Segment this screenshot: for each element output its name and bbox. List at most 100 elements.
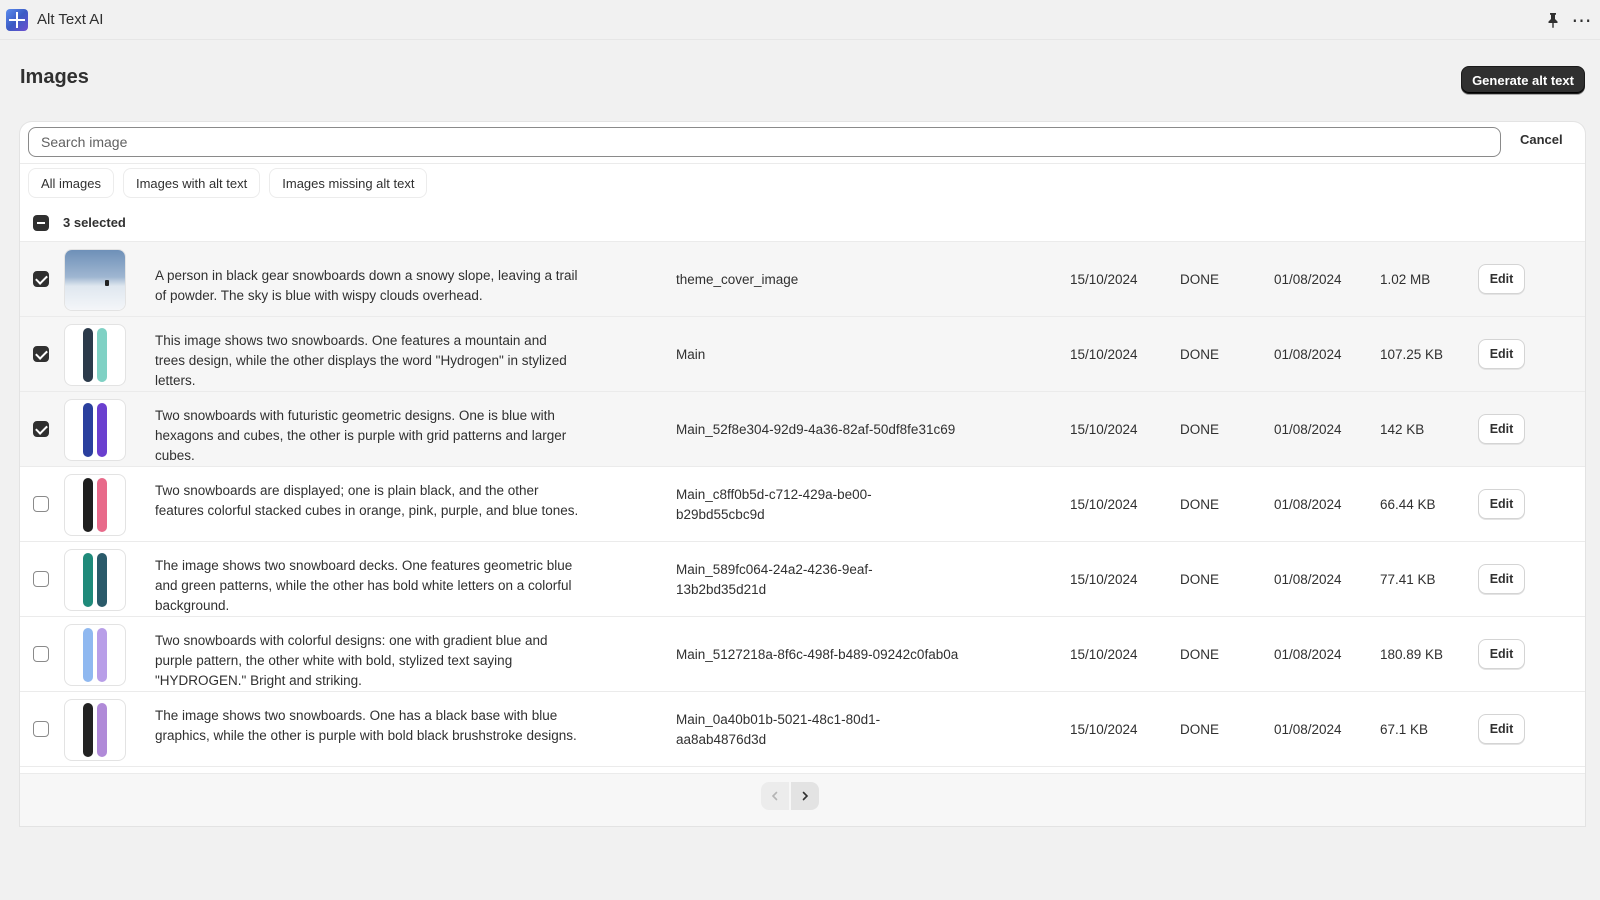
page-title: Images: [20, 66, 89, 88]
alt-text-description: A person in black gear snowboards down a…: [155, 268, 578, 303]
status-label: DONE: [1180, 647, 1220, 662]
row-checkbox[interactable]: [33, 271, 49, 287]
file-size: 107.25 KB: [1380, 347, 1444, 362]
table-row[interactable]: Two snowboards with colorful designs: on…: [20, 617, 1585, 692]
table-row[interactable]: A person in black gear snowboards down a…: [20, 242, 1585, 317]
status-label: DONE: [1180, 572, 1220, 587]
snowboard-graphic: [83, 328, 93, 382]
status-label: DONE: [1180, 272, 1220, 287]
search-input[interactable]: [28, 127, 1501, 157]
snowboard-graphic: [83, 628, 93, 682]
file-name: Main_589fc064-24a2-4236-9eaf-13b2bd35d21…: [676, 562, 873, 597]
image-list: A person in black gear snowboards down a…: [20, 242, 1585, 807]
snowboard-graphic: [97, 478, 107, 532]
image-thumbnail[interactable]: [64, 474, 126, 536]
alt-text-description: The image shows two snowboards. One has …: [155, 708, 577, 743]
created-date: 15/10/2024: [1070, 572, 1138, 587]
updated-date: 01/08/2024: [1274, 347, 1342, 362]
file-name: Main_5127218a-8f6c-498f-b489-09242c0fab0…: [676, 647, 959, 662]
table-row[interactable]: Two snowboards with futuristic geometric…: [20, 392, 1585, 467]
row-checkbox[interactable]: [33, 646, 49, 662]
snowboard-graphic: [83, 403, 93, 457]
file-name: theme_cover_image: [676, 272, 799, 287]
row-checkbox[interactable]: [33, 496, 49, 512]
row-checkbox[interactable]: [33, 571, 49, 587]
table-row[interactable]: The image shows two snowboards. One has …: [20, 692, 1585, 767]
edit-button[interactable]: Edit: [1478, 414, 1525, 444]
image-thumbnail[interactable]: [64, 249, 126, 311]
file-name: Main_0a40b01b-5021-48c1-80d1-aa8ab4876d3…: [676, 712, 881, 747]
alt-text-description: The image shows two snowboard decks. One…: [155, 558, 573, 613]
snowboard-graphic: [83, 703, 93, 757]
edit-button[interactable]: Edit: [1478, 714, 1525, 744]
table-row[interactable]: Two snowboards are displayed; one is pla…: [20, 467, 1585, 542]
updated-date: 01/08/2024: [1274, 497, 1342, 512]
alt-text-description: Two snowboards with colorful designs: on…: [155, 633, 548, 688]
created-date: 15/10/2024: [1070, 497, 1138, 512]
cancel-button[interactable]: Cancel: [1520, 132, 1563, 147]
pagination: [761, 782, 819, 810]
tab-all-images[interactable]: All images: [28, 168, 114, 198]
status-label: DONE: [1180, 347, 1220, 362]
pagination-bar: [20, 773, 1585, 826]
file-name: Main_52f8e304-92d9-4a36-82af-50df8fe31c6…: [676, 422, 956, 437]
chevron-left-icon[interactable]: [761, 782, 789, 810]
snowboard-graphic: [97, 703, 107, 757]
app-logo-icon: [6, 8, 28, 31]
file-name: Main: [676, 347, 706, 362]
row-checkbox[interactable]: [33, 346, 49, 362]
alt-text-description: Two snowboards are displayed; one is pla…: [155, 483, 579, 518]
file-size: 66.44 KB: [1380, 497, 1436, 512]
search-row: Cancel: [20, 122, 1585, 164]
more-icon[interactable]: ⋯: [1570, 10, 1594, 32]
image-thumbnail[interactable]: [64, 549, 126, 611]
snowboard-graphic: [97, 628, 107, 682]
alt-text-description: Two snowboards with futuristic geometric…: [155, 408, 567, 463]
filter-tabs: All images Images with alt text Images m…: [28, 168, 428, 198]
edit-button[interactable]: Edit: [1478, 639, 1525, 669]
snowboard-graphic: [97, 553, 107, 607]
edit-button[interactable]: Edit: [1478, 564, 1525, 594]
tab-images-missing-alt-text[interactable]: Images missing alt text: [269, 168, 428, 198]
updated-date: 01/08/2024: [1274, 722, 1342, 737]
file-size: 67.1 KB: [1380, 722, 1429, 737]
status-label: DONE: [1180, 422, 1220, 437]
edit-button[interactable]: Edit: [1478, 339, 1525, 369]
image-thumbnail[interactable]: [64, 399, 126, 461]
snowboard-graphic: [83, 553, 93, 607]
image-thumbnail[interactable]: [64, 324, 126, 386]
snowboard-graphic: [97, 403, 107, 457]
snowboarder-photo: [65, 250, 125, 310]
app-bar: Alt Text AI ⋯: [0, 0, 1600, 40]
file-size: 180.89 KB: [1380, 647, 1444, 662]
snowboard-graphic: [83, 478, 93, 532]
app-name: Alt Text AI: [37, 11, 104, 28]
select-all-checkbox[interactable]: [33, 214, 49, 231]
tab-images-with-alt-text[interactable]: Images with alt text: [122, 168, 261, 198]
row-checkbox[interactable]: [33, 421, 49, 437]
edit-button[interactable]: Edit: [1478, 264, 1525, 294]
row-checkbox[interactable]: [33, 721, 49, 737]
updated-date: 01/08/2024: [1274, 422, 1342, 437]
updated-date: 01/08/2024: [1274, 572, 1342, 587]
created-date: 15/10/2024: [1070, 422, 1138, 437]
created-date: 15/10/2024: [1070, 347, 1138, 362]
image-thumbnail[interactable]: [64, 699, 126, 761]
alt-text-description: This image shows two snowboards. One fea…: [155, 333, 567, 388]
status-label: DONE: [1180, 497, 1220, 512]
table-row[interactable]: The image shows two snowboard decks. One…: [20, 542, 1585, 617]
image-thumbnail[interactable]: [64, 624, 126, 686]
chevron-right-icon[interactable]: [791, 782, 819, 810]
images-card: Cancel All images Images with alt text I…: [20, 122, 1585, 826]
updated-date: 01/08/2024: [1274, 272, 1342, 287]
file-size: 77.41 KB: [1380, 572, 1436, 587]
updated-date: 01/08/2024: [1274, 647, 1342, 662]
file-size: 1.02 MB: [1380, 272, 1431, 287]
pin-icon[interactable]: [1545, 10, 1561, 30]
file-size: 142 KB: [1380, 422, 1425, 437]
bulk-actions-row: 3 selected: [20, 204, 1585, 242]
snowboard-graphic: [97, 328, 107, 382]
generate-alt-text-button[interactable]: Generate alt text: [1461, 66, 1585, 94]
table-row[interactable]: This image shows two snowboards. One fea…: [20, 317, 1585, 392]
edit-button[interactable]: Edit: [1478, 489, 1525, 519]
